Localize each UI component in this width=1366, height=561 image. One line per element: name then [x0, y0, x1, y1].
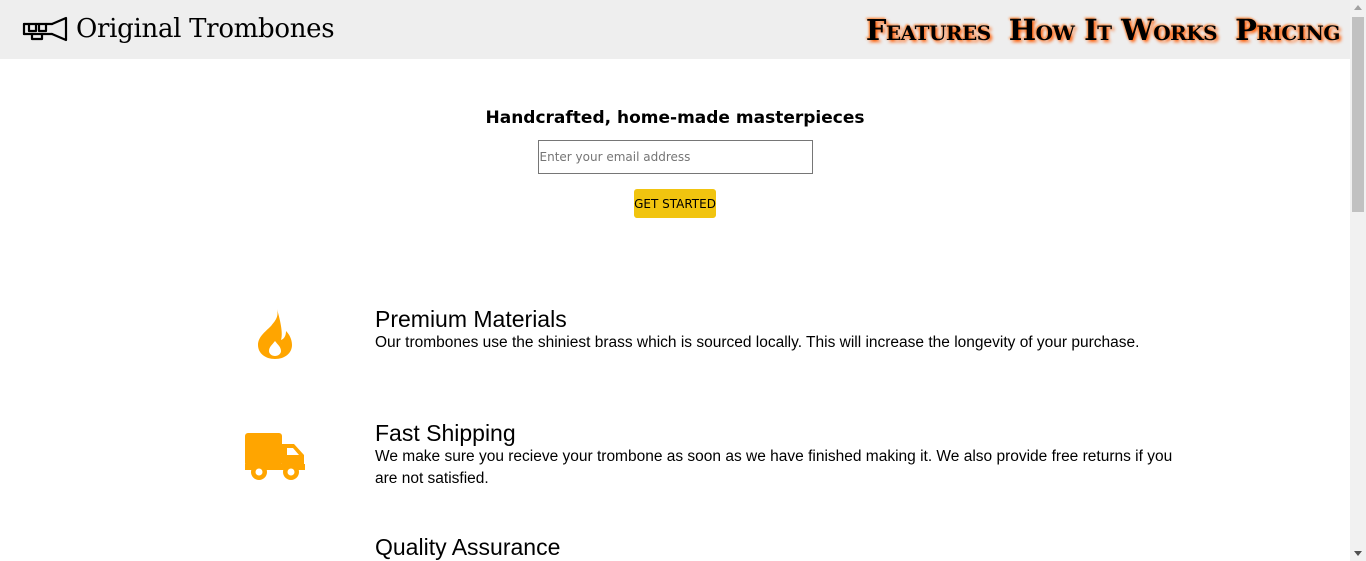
- feature-icon-wrap: [230, 432, 320, 482]
- nav-link-how-it-works[interactable]: How It Works: [1009, 13, 1218, 47]
- nav-link-pricing[interactable]: Pricing: [1235, 13, 1340, 47]
- scroll-down-arrow-icon[interactable]: [1354, 551, 1362, 556]
- feature-title: Quality Assurance: [375, 534, 561, 560]
- hero-heading: Handcrafted, home-made masterpieces: [485, 108, 865, 128]
- feature-title: Fast Shipping: [375, 420, 516, 446]
- feature-text: Our trombones use the shiniest brass whi…: [375, 334, 1140, 351]
- hero-section: Handcrafted, home-made masterpieces GET …: [0, 100, 1350, 218]
- scroll-up-arrow-icon[interactable]: [1354, 5, 1362, 10]
- feature-body: Quality Assurance: [375, 534, 1180, 560]
- get-started-button[interactable]: GET STARTED: [634, 189, 716, 218]
- fire-icon: [258, 309, 292, 359]
- logo[interactable]: Original Trombones: [22, 12, 335, 46]
- vertical-scrollbar[interactable]: [1350, 0, 1366, 561]
- logo-text: Original Trombones: [76, 14, 335, 44]
- feature-icon-wrap: [230, 308, 320, 360]
- feature-text: We make sure you recieve your trombone a…: [375, 448, 1173, 487]
- header: Original Trombones Features How It Works…: [0, 0, 1350, 59]
- feature-body: Fast Shipping We make sure you recieve y…: [375, 420, 1180, 490]
- page: Original Trombones Features How It Works…: [0, 0, 1366, 561]
- feature-body: Premium Materials Our trombones use the …: [375, 306, 1180, 354]
- trombone-icon: [22, 16, 68, 42]
- nav-link-features[interactable]: Features: [866, 13, 991, 47]
- scroll-thumb[interactable]: [1352, 17, 1364, 212]
- feature-title: Premium Materials: [375, 306, 567, 332]
- email-input[interactable]: [537, 140, 813, 174]
- truck-icon: [245, 433, 305, 480]
- main-nav: Features How It Works Pricing: [866, 13, 1341, 47]
